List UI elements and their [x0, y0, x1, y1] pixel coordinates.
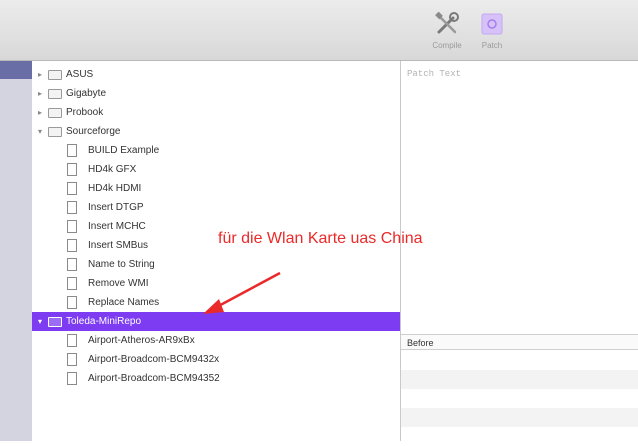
folder-icon [48, 317, 62, 327]
folder-icon [48, 127, 62, 137]
patch-icon [481, 13, 503, 35]
tree-file-item[interactable]: Remove WMI [32, 274, 400, 293]
annotation-text: für die Wlan Karte uas China [218, 230, 423, 247]
before-row[interactable] [401, 408, 638, 427]
tree-folder-item[interactable]: ▸ Gigabyte [32, 84, 400, 103]
tree-item-label: Airport-Broadcom-BCM94352 [88, 373, 220, 384]
before-row[interactable] [401, 370, 638, 389]
folder-icon [48, 70, 62, 80]
compile-button[interactable]: Compile [425, 10, 469, 50]
patch-label: Patch [481, 41, 503, 50]
left-sidebar-strip [0, 61, 32, 441]
document-icon [67, 353, 77, 366]
tree-item-label: HD4k GFX [88, 164, 137, 175]
disclosure-open-icon[interactable]: ▾ [35, 312, 45, 331]
document-icon [67, 239, 77, 252]
tree-item-label: Insert SMBus [88, 240, 149, 251]
document-icon [67, 220, 77, 233]
document-icon [67, 258, 77, 271]
tree-item-label: Airport-Atheros-AR9xBx [88, 335, 195, 346]
tree-item-label: Sourceforge [66, 126, 121, 137]
tree-item-label: Name to String [88, 259, 155, 270]
tree-file-item[interactable]: Airport-Broadcom-BCM9432x [32, 350, 400, 369]
tree-item-label: Remove WMI [88, 278, 149, 289]
tree-item-label: Toleda-MiniRepo [66, 316, 142, 327]
document-icon [67, 277, 77, 290]
disclosure-closed-icon[interactable]: ▸ [35, 103, 45, 122]
before-column-header: Before [401, 334, 638, 350]
tree-item-label: BUILD Example [88, 145, 160, 156]
tree-file-item[interactable]: HD4k HDMI [32, 179, 400, 198]
tree-item-label: Insert DTGP [88, 202, 144, 213]
document-icon [67, 144, 77, 157]
document-icon [67, 182, 77, 195]
tree-folder-item[interactable]: ▾ Toleda-MiniRepo [32, 312, 400, 331]
tree-item-label: ASUS [66, 69, 94, 80]
patch-panel: Patch Text Before [401, 61, 638, 441]
tree-item-label: Airport-Broadcom-BCM9432x [88, 354, 220, 365]
patch-tree: ▸ ASUS ▸ Gigabyte ▸ Probook ▾ Sourceforge BUILD … [32, 61, 400, 441]
tree-file-item[interactable]: Name to String [32, 255, 400, 274]
disclosure-closed-icon[interactable]: ▸ [35, 65, 45, 84]
tree-folder-item[interactable]: ▸ ASUS [32, 65, 400, 84]
document-icon [67, 296, 77, 309]
disclosure-closed-icon[interactable]: ▸ [35, 84, 45, 103]
tree-file-item[interactable]: BUILD Example [32, 141, 400, 160]
document-icon [67, 372, 77, 385]
toolbar: Compile Patch [0, 0, 638, 61]
tree-folder-item[interactable]: ▸ Probook [32, 103, 400, 122]
tree-item-label: Gigabyte [66, 88, 107, 99]
tree-item-label: HD4k HDMI [88, 183, 142, 194]
tools-icon [435, 11, 459, 34]
document-icon [67, 334, 77, 347]
before-row[interactable] [401, 427, 638, 446]
patch-button[interactable]: Patch [470, 10, 514, 50]
tree-file-item[interactable]: Airport-Atheros-AR9xBx [32, 331, 400, 350]
before-row[interactable] [401, 351, 638, 370]
tree-item-label: Insert MCHC [88, 221, 146, 232]
compile-label: Compile [432, 41, 462, 50]
before-row[interactable] [401, 389, 638, 408]
folder-icon [48, 108, 62, 118]
patch-text-area[interactable]: Patch Text [407, 69, 461, 79]
tree-file-item[interactable]: Insert DTGP [32, 198, 400, 217]
tree-file-item[interactable]: Replace Names [32, 293, 400, 312]
document-icon [67, 201, 77, 214]
tree-file-item[interactable]: Airport-Broadcom-BCM94352 [32, 369, 400, 388]
document-icon [67, 163, 77, 176]
tree-folder-item[interactable]: ▾ Sourceforge [32, 122, 400, 141]
folder-icon [48, 89, 62, 99]
disclosure-open-icon[interactable]: ▾ [35, 122, 45, 141]
tree-item-label: Replace Names [88, 297, 160, 308]
sidebar-selected-bar [0, 61, 32, 79]
tree-file-item[interactable]: HD4k GFX [32, 160, 400, 179]
tree-item-label: Probook [66, 107, 104, 118]
